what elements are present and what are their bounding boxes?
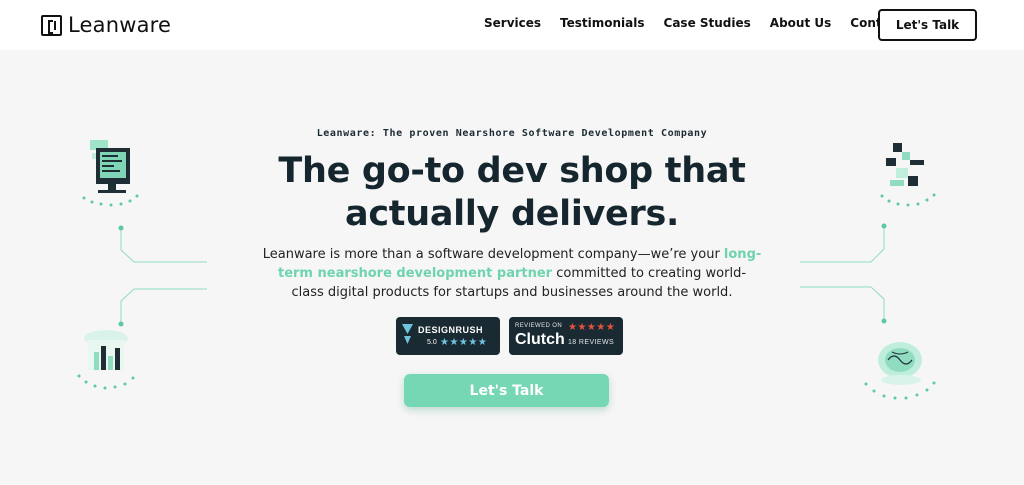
designrush-stars: ★★★★★ bbox=[440, 337, 488, 348]
hero-description: Leanware is more than a software develop… bbox=[262, 245, 762, 302]
nav-link-services[interactable]: Services bbox=[484, 16, 541, 30]
designrush-name: DESIGNRUSH bbox=[418, 325, 484, 335]
nav-link-case-studies[interactable]: Case Studies bbox=[664, 16, 751, 30]
ai-brain-icon bbox=[864, 342, 936, 400]
left-connector-lines bbox=[120, 230, 207, 322]
growth-chart-icon bbox=[77, 330, 135, 390]
hero-decorations bbox=[77, 140, 936, 400]
hero-eyebrow: Leanware: The proven Nearshore Software … bbox=[316, 128, 708, 139]
logo-icon bbox=[41, 14, 62, 36]
designrush-score: 5.0 bbox=[427, 339, 437, 346]
top-navbar: Leanware Services Testimonials Case Stud… bbox=[0, 0, 1024, 50]
clutch-review-count: 18 REVIEWS bbox=[568, 339, 615, 346]
clutch-badge[interactable]: REVIEWED ON Clutch ★★★★★ 18 REVIEWS bbox=[509, 317, 623, 355]
connector-dot bbox=[118, 321, 124, 327]
nav-lets-talk-button[interactable]: Let's Talk bbox=[878, 9, 977, 41]
main-nav: Services Testimonials Case Studies About… bbox=[484, 16, 943, 30]
nav-link-testimonials[interactable]: Testimonials bbox=[560, 16, 644, 30]
headline-line-2: actually delivers. bbox=[345, 194, 679, 234]
brand-logo[interactable]: Leanware bbox=[41, 13, 171, 37]
clutch-reviewed-on: REVIEWED ON bbox=[515, 323, 563, 329]
designrush-logo-icon bbox=[402, 324, 413, 344]
nav-link-about-us[interactable]: About Us bbox=[770, 16, 831, 30]
designrush-badge[interactable]: DESIGNRUSH 5.0 ★★★★★ bbox=[396, 317, 500, 355]
connector-dot bbox=[881, 318, 887, 324]
clutch-stars: ★★★★★ bbox=[568, 322, 616, 333]
hero-headline: The go-to dev shop that actually deliver… bbox=[0, 150, 1024, 236]
brand-name: Leanware bbox=[68, 13, 172, 37]
right-connector-lines bbox=[800, 228, 885, 319]
description-text: Leanware is more than a software develop… bbox=[262, 247, 724, 262]
clutch-name: Clutch bbox=[515, 331, 565, 348]
headline-line-1: The go-to dev shop that bbox=[278, 151, 746, 191]
hero-lets-talk-button[interactable]: Let's Talk bbox=[404, 374, 609, 407]
